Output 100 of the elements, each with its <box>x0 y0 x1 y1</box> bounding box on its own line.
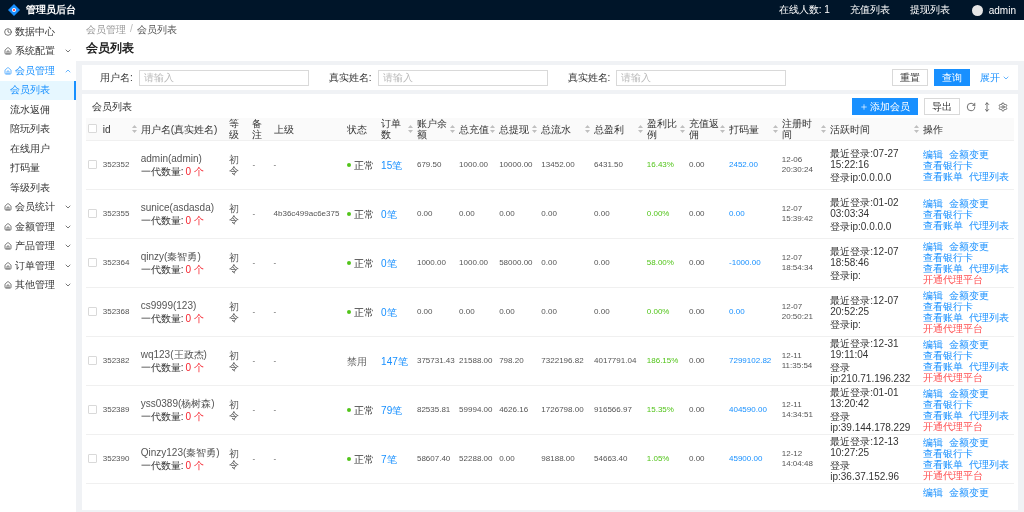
action-link[interactable]: 查看账单 <box>923 312 964 323</box>
user-name[interactable]: admin <box>988 4 1016 16</box>
action-link[interactable]: 查看账单 <box>923 459 964 470</box>
export-button[interactable]: 导出 <box>924 98 960 115</box>
action-link[interactable]: 编辑 <box>923 388 944 399</box>
checkbox[interactable] <box>88 355 97 365</box>
column-header[interactable]: 账户余额 <box>416 118 456 140</box>
action-link[interactable]: 代理列表 <box>969 219 1010 231</box>
checkbox[interactable] <box>88 306 97 316</box>
action-link[interactable]: 代理列表 <box>969 361 1010 372</box>
code-volume-link[interactable]: 0.00 <box>729 209 778 219</box>
code-volume-link[interactable]: 2452.00 <box>729 160 778 170</box>
code-volume-link[interactable]: 0.00 <box>729 307 778 317</box>
code-volume-link[interactable]: 45900.00 <box>729 454 778 464</box>
sidebar-item[interactable]: 会员统计 <box>0 197 76 217</box>
action-link[interactable]: 开通代理平台 <box>923 470 984 481</box>
action-link[interactable]: 金额变更 <box>949 487 990 498</box>
order-count-link[interactable]: 7笔 <box>381 453 397 465</box>
top-link[interactable]: 提现列表 <box>909 3 950 17</box>
order-count-link[interactable]: 0笔 <box>381 257 397 269</box>
order-count-link[interactable]: 0笔 <box>381 306 397 318</box>
action-link[interactable]: 查看账单 <box>923 361 964 372</box>
action-link[interactable]: 查看账单 <box>923 410 964 421</box>
sidebar-item[interactable]: 数据中心 <box>0 22 76 42</box>
order-count-link[interactable]: 15笔 <box>381 159 403 171</box>
sidebar-item[interactable]: 产品管理 <box>0 236 76 256</box>
sidebar-subitem[interactable]: 等级列表 <box>0 178 76 198</box>
action-link[interactable]: 查看账单 <box>923 170 964 182</box>
sort-icon[interactable] <box>720 125 725 133</box>
sidebar-subitem[interactable]: 在线用户 <box>0 139 76 159</box>
action-link[interactable]: 查看银行卡 <box>923 252 974 263</box>
checkbox[interactable] <box>88 159 97 169</box>
action-link[interactable]: 金额变更 <box>949 339 990 350</box>
column-header[interactable]: 订单数 <box>381 118 413 140</box>
action-link[interactable]: 开通代理平台 <box>923 372 984 383</box>
add-button[interactable]: 添加会员 <box>852 98 918 115</box>
sidebar-subitem[interactable]: 陪玩列表 <box>0 119 76 139</box>
code-volume-link[interactable]: 404590.00 <box>729 405 778 415</box>
action-link[interactable]: 编辑 <box>923 487 944 498</box>
sidebar-item[interactable]: 订单管理 <box>0 256 76 276</box>
action-link[interactable]: 代理列表 <box>969 263 1010 274</box>
action-link[interactable]: 开通代理平台 <box>923 421 984 432</box>
column-header[interactable]: 盈利比例 <box>646 118 685 140</box>
action-link[interactable]: 查看银行卡 <box>923 159 974 171</box>
row-height-icon[interactable] <box>982 101 992 112</box>
action-link[interactable]: 开通代理平台 <box>923 323 984 334</box>
breadcrumb-link[interactable]: 会员管理 <box>86 23 126 37</box>
action-link[interactable]: 编辑 <box>923 148 944 160</box>
action-link[interactable]: 查看账单 <box>923 219 964 231</box>
action-link[interactable]: 查看银行卡 <box>923 448 974 459</box>
action-link[interactable]: 代理列表 <box>969 170 1010 182</box>
action-link[interactable]: 金额变更 <box>949 148 990 160</box>
query-button[interactable]: 查询 <box>934 69 970 86</box>
action-link[interactable]: 查看银行卡 <box>923 301 974 312</box>
action-link[interactable]: 编辑 <box>923 339 944 350</box>
sidebar-subitem[interactable]: 打码量 <box>0 158 76 178</box>
checkbox[interactable] <box>88 453 97 463</box>
sidebar-item[interactable]: 系统配置 <box>0 41 76 61</box>
action-link[interactable]: 金额变更 <box>949 388 990 399</box>
sidebar-item[interactable]: 其他管理 <box>0 275 76 295</box>
action-link[interactable]: 编辑 <box>923 437 944 448</box>
code-volume-link[interactable]: -1000.00 <box>729 258 778 268</box>
sidebar-subitem[interactable]: 会员列表 <box>0 80 76 100</box>
checkbox[interactable] <box>88 404 97 414</box>
expand-button[interactable]: 展开 <box>976 70 1014 85</box>
action-link[interactable]: 查看银行卡 <box>923 350 974 361</box>
action-link[interactable]: 金额变更 <box>949 290 990 301</box>
avatar-icon[interactable] <box>971 4 983 16</box>
action-link[interactable]: 金额变更 <box>949 197 990 209</box>
code-volume-link[interactable]: 7299102.82 <box>729 356 778 366</box>
reload-icon[interactable] <box>966 101 976 112</box>
sidebar-item[interactable]: 金额管理 <box>0 217 76 237</box>
order-count-link[interactable]: 147笔 <box>381 355 408 367</box>
action-link[interactable]: 查看银行卡 <box>923 208 974 220</box>
action-link[interactable]: 代理列表 <box>969 459 1010 470</box>
order-count-link[interactable]: 79笔 <box>381 404 403 416</box>
input-field[interactable]: 请输入 <box>377 69 548 86</box>
checkbox[interactable] <box>88 257 97 267</box>
action-link[interactable]: 查看银行卡 <box>923 399 974 410</box>
sidebar-subitem[interactable]: 流水返佣 <box>0 100 76 120</box>
sidebar-item[interactable]: 会员管理 <box>0 61 76 81</box>
order-count-link[interactable]: 0笔 <box>381 208 397 220</box>
action-link[interactable]: 金额变更 <box>949 241 990 252</box>
action-link[interactable]: 代理列表 <box>969 312 1010 323</box>
checkbox[interactable] <box>88 123 97 133</box>
action-link[interactable]: 编辑 <box>923 197 944 209</box>
input-field[interactable]: 请输入 <box>138 69 309 86</box>
column-header[interactable]: 充值返佣 <box>688 118 725 140</box>
checkbox[interactable] <box>88 208 97 218</box>
action-link[interactable]: 开通代理平台 <box>923 274 984 285</box>
top-link[interactable]: 充值列表 <box>849 3 890 17</box>
input-field[interactable]: 请输入 <box>616 69 787 86</box>
reset-button[interactable]: 重置 <box>892 69 928 86</box>
action-link[interactable]: 代理列表 <box>969 410 1010 421</box>
action-link[interactable]: 查看账单 <box>923 263 964 274</box>
breadcrumb-link[interactable]: 会员列表 <box>136 23 177 37</box>
settings-icon[interactable] <box>998 101 1008 112</box>
column-header[interactable]: 注册时间 <box>781 118 827 140</box>
action-link[interactable]: 金额变更 <box>949 437 990 448</box>
action-link[interactable]: 编辑 <box>923 241 944 252</box>
